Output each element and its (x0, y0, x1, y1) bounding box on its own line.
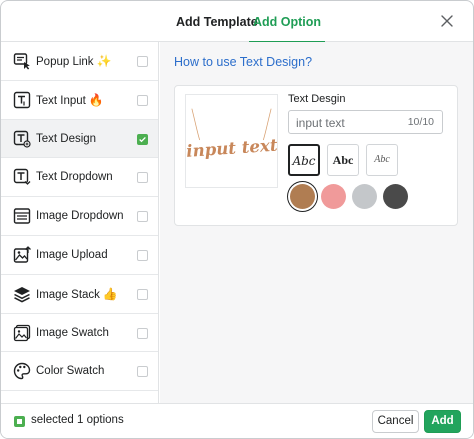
sidebar-item-label: Image Dropdown (36, 210, 124, 223)
selected-indicator-icon (14, 416, 25, 427)
sidebar-item-label: Image Stack (36, 288, 100, 301)
text-dropdown-icon (13, 169, 31, 186)
option-type-list: Popup Link ✨ Text Input 🔥 Text Design Te… (1, 42, 159, 403)
checkbox-color-swatch[interactable] (137, 366, 148, 378)
sidebar-item-image-swatch[interactable]: Image Swatch (1, 314, 158, 353)
checkbox-image-dropdown[interactable] (137, 211, 148, 223)
preview-image: input text (185, 94, 278, 188)
thumbs-up-icon: 👍 (102, 286, 118, 301)
image-stack-icon (14, 286, 30, 303)
option-detail-panel: How to use Text Design? input text Text … (160, 42, 473, 403)
checkbox-image-upload[interactable] (137, 249, 148, 261)
help-link[interactable]: How to use Text Design? (174, 55, 312, 69)
image-swatch-icon (13, 324, 31, 341)
sidebar-item-popup-link[interactable]: Popup Link ✨ (1, 42, 158, 81)
selected-count-text: selected 1 options (31, 414, 124, 426)
font-sample: Abc (332, 153, 354, 167)
sidebar-item-label: Image Upload (36, 248, 108, 261)
sidebar-item-label: Text Design (36, 132, 97, 145)
text-input-icon (13, 91, 31, 108)
font-sample: Abc (374, 154, 390, 165)
text-input[interactable] (296, 114, 406, 131)
checkbox-popup-link[interactable] (137, 56, 148, 67)
font-option-bold-serif[interactable]: Abc (327, 144, 359, 176)
tab-add-option[interactable]: Add Option (248, 1, 326, 43)
cancel-button[interactable]: Cancel (372, 410, 419, 433)
text-design-field-title: Text Desgin (288, 93, 346, 105)
sidebar-item-color-swatch[interactable]: Color Swatch (1, 352, 158, 392)
add-option-modal: Add Template Add Option Popup Link ✨ Text… (0, 0, 474, 439)
sidebar-item-text-dropdown[interactable]: Text Dropdown (1, 158, 158, 198)
sidebar-item-label: Image Swatch (36, 326, 109, 339)
checkmark-icon (139, 136, 146, 142)
char-count: 10/10 (407, 116, 434, 128)
checkbox-text-design[interactable] (137, 133, 148, 145)
sidebar-item-text-design[interactable]: Text Design (1, 119, 158, 159)
sidebar-item-image-dropdown[interactable]: Image Dropdown (1, 197, 158, 236)
font-option-thin-script[interactable]: Abc (366, 144, 398, 176)
font-sample: Abc (292, 154, 316, 168)
close-icon[interactable] (437, 11, 457, 31)
add-button[interactable]: Add (424, 410, 461, 433)
sidebar-item-label: Text Input (36, 94, 86, 107)
color-swatch-dark[interactable] (383, 184, 408, 209)
sidebar-item-label: Text Dropdown (36, 171, 113, 184)
checkbox-text-input[interactable] (137, 94, 148, 106)
sidebar-item-text-input[interactable]: Text Input 🔥 (1, 81, 158, 120)
text-design-icon (13, 130, 31, 148)
text-input-field[interactable]: 10/10 (288, 110, 443, 134)
checkbox-image-stack[interactable] (137, 288, 148, 300)
preview-text: input text (186, 135, 277, 161)
sidebar-item-image-upload[interactable]: Image Upload (1, 236, 158, 275)
font-option-script[interactable]: Abc (288, 144, 320, 176)
tab-add-template[interactable]: Add Template (176, 1, 258, 42)
sidebar-item-label: Color Swatch (36, 365, 105, 378)
image-upload-icon (13, 246, 31, 263)
necklace-preview: input text (186, 108, 278, 161)
text-design-card: input text Text Desgin 10/10 Abc Abc Abc (174, 85, 458, 226)
checkbox-text-dropdown[interactable] (137, 172, 148, 184)
palette-icon (13, 363, 31, 380)
checkbox-image-swatch[interactable] (137, 327, 148, 339)
image-dropdown-icon (13, 208, 31, 224)
sparkles-icon: ✨ (96, 54, 112, 68)
color-swatch-silver[interactable] (352, 184, 377, 209)
sidebar-item-label: Popup Link (36, 56, 94, 68)
color-swatch-pink[interactable] (321, 184, 346, 209)
color-swatch-bronze[interactable] (290, 184, 315, 209)
sidebar-item-image-stack[interactable]: Image Stack 👍 (1, 275, 158, 314)
modal-header: Add Template Add Option (1, 1, 473, 43)
modal-footer: selected 1 options Cancel Add (1, 403, 473, 438)
popup-link-icon (13, 53, 30, 70)
fire-icon: 🔥 (88, 92, 104, 107)
